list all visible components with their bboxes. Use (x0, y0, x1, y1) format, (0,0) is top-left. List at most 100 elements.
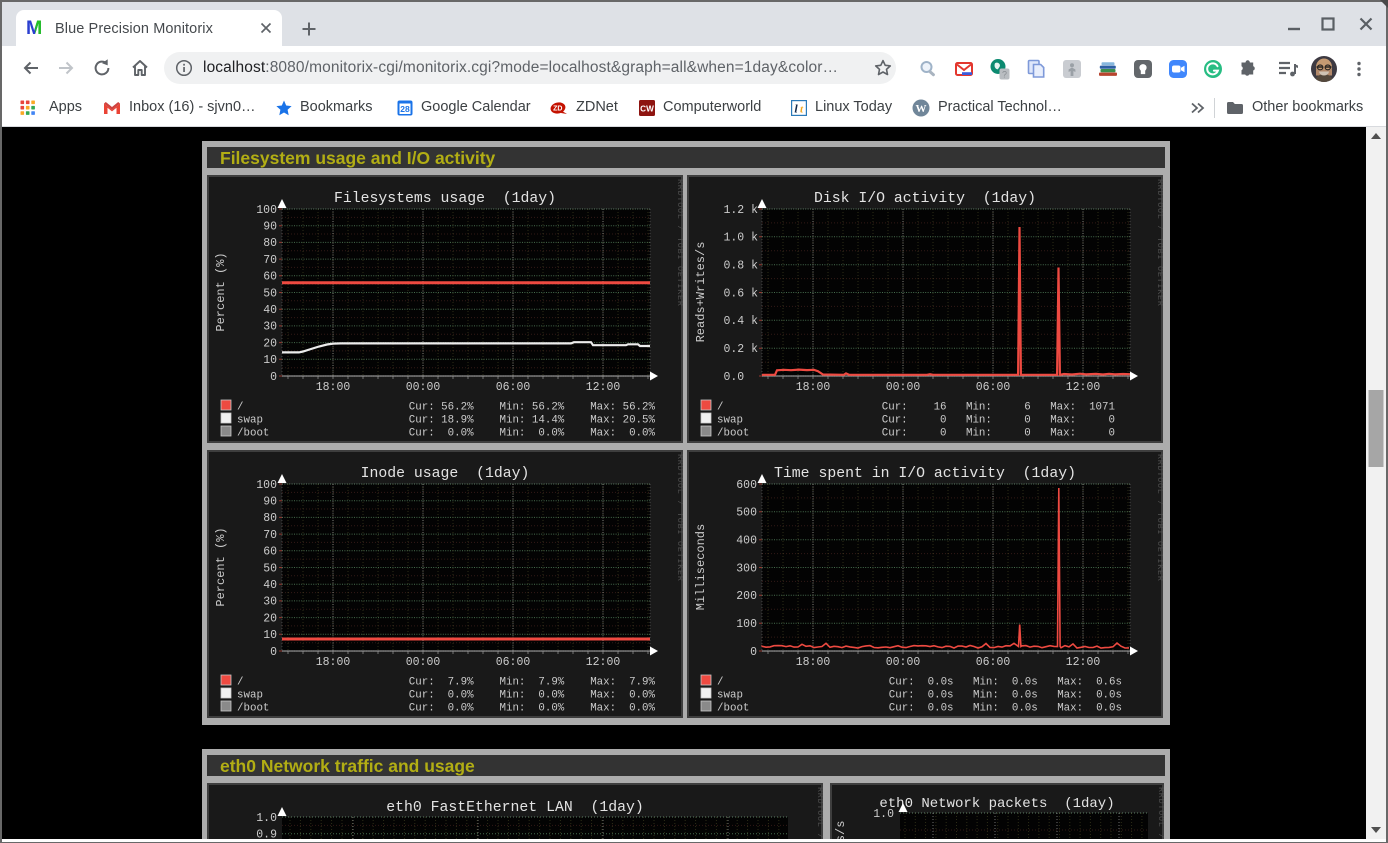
svg-text:/boot: /boot (237, 427, 269, 439)
svg-text:1.0: 1.0 (873, 808, 894, 821)
svg-text:CW: CW (640, 105, 654, 114)
svg-text:Cur: 7.9% Min: 7.9% Ma: Cur: 7.9% Min: 7.9% Max: 7.9% (409, 676, 656, 688)
svg-text:Cur: 0 Min: 0 Max:: Cur: 0 Min: 0 Max: 0 (882, 414, 1115, 426)
svg-text:Cur: 16 Min: 6 Max:: Cur: 16 Min: 6 Max: 1071 (882, 401, 1115, 413)
svg-text:Cur: 0.0s Min: 0.0s Max:: Cur: 0.0s Min: 0.0s Max: 0.0s (889, 702, 1122, 714)
svg-text:100: 100 (256, 204, 277, 217)
svg-text:200: 200 (736, 590, 757, 603)
svg-text:40: 40 (263, 579, 277, 592)
svg-text:RRDTOOL / TOBI OETIKER: RRDTOOL / TOBI OETIKER (1155, 454, 1163, 582)
svg-text:30: 30 (263, 596, 277, 609)
svg-text:80: 80 (263, 512, 277, 525)
svg-text:0.0: 0.0 (723, 371, 758, 384)
svg-text:Percent (%): Percent (%) (214, 252, 228, 331)
svg-text:/: / (717, 676, 723, 688)
svg-text:0.2 k: 0.2 k (723, 343, 758, 356)
svg-text:/: / (717, 401, 723, 413)
svg-text:06:00: 06:00 (496, 656, 531, 669)
svg-text:1.2 k: 1.2 k (723, 204, 758, 217)
svg-text:Time spent in I/O activity (1: Time spent in I/O activity (1day) (774, 466, 1076, 482)
svg-text:Cur: 56.2% Min: 56.2% Ma: Cur: 56.2% Min: 56.2% Max: 56.2% (409, 401, 656, 413)
svg-text:28: 28 (400, 104, 410, 114)
svg-text:Cur: 0.0s Min: 0.0s Max:: Cur: 0.0s Min: 0.0s Max: 0.6s (889, 676, 1122, 688)
svg-text:06:00: 06:00 (976, 656, 1011, 669)
svg-text:Reads+Writes/s: Reads+Writes/s (694, 242, 708, 343)
svg-text:70: 70 (263, 254, 277, 267)
svg-text:00:00: 00:00 (886, 381, 921, 394)
svg-text:0.9: 0.9 (256, 829, 277, 840)
svg-text:100: 100 (256, 479, 277, 492)
svg-text:/boot: /boot (717, 427, 749, 439)
svg-text:18:00: 18:00 (796, 381, 831, 394)
svg-text:/: / (237, 676, 243, 688)
svg-text:Filesystems usage (1day): Filesystems usage (1day) (334, 191, 556, 207)
svg-text:?: ? (1002, 69, 1007, 79)
svg-text:Cur: 0.0% Min: 0.0% Ma: Cur: 0.0% Min: 0.0% Max: 0.0% (409, 702, 656, 714)
svg-text:90: 90 (263, 496, 277, 509)
svg-text:600: 600 (736, 479, 757, 492)
svg-text:/boot: /boot (237, 702, 269, 714)
svg-text:eth0 Network packets (1day): eth0 Network packets (1day) (879, 796, 1114, 812)
svg-text:0.4 k: 0.4 k (723, 315, 758, 328)
svg-text:Packets/s: Packets/s (834, 821, 848, 839)
svg-text:90: 90 (263, 221, 277, 234)
svg-text:RRDTOOL / TOBI OETIKER: RRDTOOL / TOBI OETIKER (815, 787, 823, 839)
svg-text:70: 70 (263, 529, 277, 542)
svg-text:RRDTOOL / TOBI OETIKER: RRDTOOL / TOBI OETIKER (1156, 787, 1164, 839)
svg-text:20: 20 (263, 337, 277, 350)
svg-text:Cur: 0.0% Min: 0.0% Ma: Cur: 0.0% Min: 0.0% Max: 0.0% (409, 427, 656, 439)
svg-text:12:00: 12:00 (586, 656, 621, 669)
svg-text:06:00: 06:00 (976, 381, 1011, 394)
svg-text:Cur: 18.9% Min: 14.4% Ma: Cur: 18.9% Min: 14.4% Max: 20.5% (409, 414, 656, 426)
svg-text:0: 0 (270, 371, 277, 384)
svg-text:RRDTOOL / TOBI OETIKER: RRDTOOL / TOBI OETIKER (675, 454, 683, 582)
svg-text:30: 30 (263, 321, 277, 334)
svg-text:RRDTOOL / TOBI OETIKER: RRDTOOL / TOBI OETIKER (675, 179, 683, 307)
svg-text:1.0: 1.0 (256, 812, 277, 825)
svg-text:06:00: 06:00 (496, 381, 531, 394)
svg-text:swap: swap (237, 689, 263, 701)
svg-text:0: 0 (750, 646, 757, 659)
svg-text:00:00: 00:00 (886, 656, 921, 669)
svg-text:Disk I/O activity (1day): Disk I/O activity (1day) (814, 191, 1036, 207)
svg-text:400: 400 (736, 535, 757, 548)
svg-text:/boot: /boot (717, 702, 749, 714)
svg-text:50: 50 (263, 287, 277, 300)
svg-text:40: 40 (263, 304, 277, 317)
svg-text:Inode usage (1day): Inode usage (1day) (361, 466, 530, 482)
svg-text:00:00: 00:00 (406, 381, 441, 394)
svg-text:0.6 k: 0.6 k (723, 287, 758, 300)
svg-text:swap: swap (237, 414, 263, 426)
svg-text:/: / (237, 401, 243, 413)
svg-text:18:00: 18:00 (316, 656, 351, 669)
svg-text:swap: swap (717, 414, 743, 426)
svg-text:0.8 k: 0.8 k (723, 260, 758, 273)
svg-text:18:00: 18:00 (316, 381, 351, 394)
svg-text:12:00: 12:00 (1066, 381, 1101, 394)
svg-text:300: 300 (736, 562, 757, 575)
svg-text:eth0 FastEthernet LAN (1day): eth0 FastEthernet LAN (1day) (386, 800, 644, 816)
svg-text:80: 80 (263, 237, 277, 250)
svg-text:10: 10 (263, 629, 277, 642)
svg-text:18:00: 18:00 (796, 656, 831, 669)
svg-text:Milliseconds: Milliseconds (694, 524, 708, 610)
svg-text:ZD: ZD (553, 106, 562, 113)
svg-text:60: 60 (263, 271, 277, 284)
svg-text:10: 10 (263, 354, 277, 367)
svg-text:12:00: 12:00 (1066, 656, 1101, 669)
svg-text:20: 20 (263, 612, 277, 625)
svg-text:Percent (%): Percent (%) (214, 527, 228, 606)
svg-text:1.0 k: 1.0 k (723, 232, 758, 245)
svg-text:500: 500 (736, 507, 757, 520)
svg-text:Cur: 0.0s Min: 0.0s Max:: Cur: 0.0s Min: 0.0s Max: 0.0s (889, 689, 1122, 701)
svg-text:60: 60 (263, 546, 277, 559)
svg-text:Cur: 0.0% Min: 0.0% Ma: Cur: 0.0% Min: 0.0% Max: 0.0% (409, 689, 656, 701)
svg-text:Cur: 0 Min: 0 Max:: Cur: 0 Min: 0 Max: 0 (882, 427, 1115, 439)
svg-text:00:00: 00:00 (406, 656, 441, 669)
svg-text:W: W (916, 103, 927, 115)
svg-text:50: 50 (263, 562, 277, 575)
svg-text:0: 0 (270, 646, 277, 659)
svg-text:RRDTOOL / TOBI OETIKER: RRDTOOL / TOBI OETIKER (1155, 179, 1163, 307)
svg-text:12:00: 12:00 (586, 381, 621, 394)
svg-text:100: 100 (736, 618, 757, 631)
